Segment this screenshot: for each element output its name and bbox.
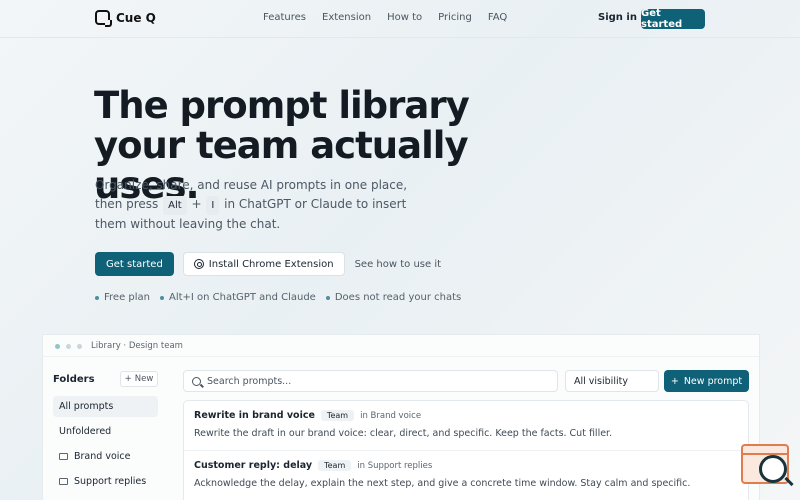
folder-item-all-prompts[interactable]: All prompts — [53, 396, 158, 417]
prompt-row[interactable]: Customer reply: delay Team in Support re… — [184, 450, 748, 499]
bullet-dot-icon — [95, 295, 99, 300]
floating-search-widget[interactable] — [741, 444, 791, 490]
folder-item-unfoldered[interactable]: Unfoldered — [53, 421, 158, 442]
window-dot-icon — [66, 344, 71, 349]
prompt-list: Rewrite in brand voice Team in Brand voi… — [183, 400, 749, 500]
nav-links: Features Extension How to Pricing FAQ — [263, 12, 507, 23]
plus-icon: + — [124, 374, 132, 384]
feature-item: Does not read your chats — [325, 292, 462, 303]
brand-name: Cue Q — [116, 10, 156, 25]
feature-item: Free plan — [95, 292, 150, 303]
search-box — [183, 370, 558, 392]
nav-get-started-button[interactable]: Get started — [641, 8, 705, 30]
nav-link-how-to[interactable]: How to — [387, 12, 422, 23]
prompt-row[interactable]: Rewrite in brand voice Team in Brand voi… — [184, 401, 748, 450]
nav-link-pricing[interactable]: Pricing — [438, 12, 472, 23]
folder-item-support-replies[interactable]: Support replies — [53, 471, 158, 492]
visibility-badge: Team — [320, 410, 355, 421]
sign-in-link[interactable]: Sign in — [598, 12, 637, 23]
plus-icon: + — [670, 375, 679, 387]
folder-label: Unfoldered — [59, 426, 112, 437]
feature-list: Free plan Alt+I on ChatGPT and Claude Do… — [95, 292, 461, 303]
key-plus: + — [191, 197, 202, 211]
visibility-select[interactable]: All visibility — [565, 370, 659, 392]
app-preview-window: Library · Design team Folders + New All … — [42, 334, 760, 500]
hero-subtext: Organize, share, and reuse AI prompts in… — [95, 176, 425, 234]
key-i: I — [206, 196, 220, 215]
install-extension-button[interactable]: Install Chrome Extension — [182, 252, 345, 276]
visibility-badge: Team — [318, 460, 352, 471]
window-title-bar: Library · Design team — [43, 335, 759, 357]
new-prompt-label: New prompt — [683, 375, 743, 387]
logo-icon — [95, 10, 112, 27]
folder-label: Brand voice — [74, 451, 131, 462]
nav-link-features[interactable]: Features — [263, 12, 306, 23]
window-dot-icon — [55, 344, 60, 349]
install-extension-label: Install Chrome Extension — [208, 258, 334, 270]
nav-link-extension[interactable]: Extension — [322, 12, 371, 23]
folder-icon — [59, 453, 68, 460]
folder-icon — [59, 478, 68, 485]
folder-label: All prompts — [59, 401, 114, 412]
feature-label: Alt+I on ChatGPT and Claude — [169, 292, 316, 303]
magnifier-icon — [759, 455, 787, 483]
new-folder-button[interactable]: + New — [120, 371, 158, 387]
new-folder-label: New — [134, 374, 154, 384]
bullet-dot-icon — [325, 295, 330, 300]
search-input[interactable] — [207, 375, 537, 387]
hero-cta-row: Get started Install Chrome Extension See… — [95, 252, 441, 276]
prompt-title: Rewrite in brand voice — [194, 410, 315, 421]
folders-heading: Folders — [53, 374, 95, 385]
new-prompt-button[interactable]: + New prompt — [664, 370, 749, 392]
prompt-description: Rewrite the draft in our brand voice: cl… — [194, 428, 613, 439]
top-navigation: Cue Q Features Extension How to Pricing … — [0, 0, 800, 38]
prompt-folder: in Brand voice — [360, 410, 422, 421]
feature-label: Does not read your chats — [334, 292, 462, 303]
folder-label: Support replies — [74, 476, 147, 487]
brand-logo[interactable]: Cue Q — [95, 10, 156, 27]
search-icon — [192, 376, 201, 386]
prompt-description: Acknowledge the delay, explain the next … — [194, 478, 691, 489]
breadcrumb: Library · Design team — [91, 341, 183, 351]
bullet-dot-icon — [160, 295, 164, 300]
window-dot-icon — [77, 344, 82, 349]
prompt-folder: in Support replies — [357, 460, 433, 471]
prompt-title: Customer reply: delay — [194, 460, 313, 471]
nav-link-faq[interactable]: FAQ — [488, 12, 507, 23]
folder-item-brand-voice[interactable]: Brand voice — [53, 446, 158, 467]
chrome-icon — [193, 259, 204, 269]
how-to-use-link[interactable]: See how to use it — [354, 259, 441, 270]
feature-label: Free plan — [104, 292, 150, 303]
key-alt: Alt — [163, 196, 187, 215]
hero-get-started-button[interactable]: Get started — [95, 252, 174, 276]
feature-item: Alt+I on ChatGPT and Claude — [160, 292, 316, 303]
